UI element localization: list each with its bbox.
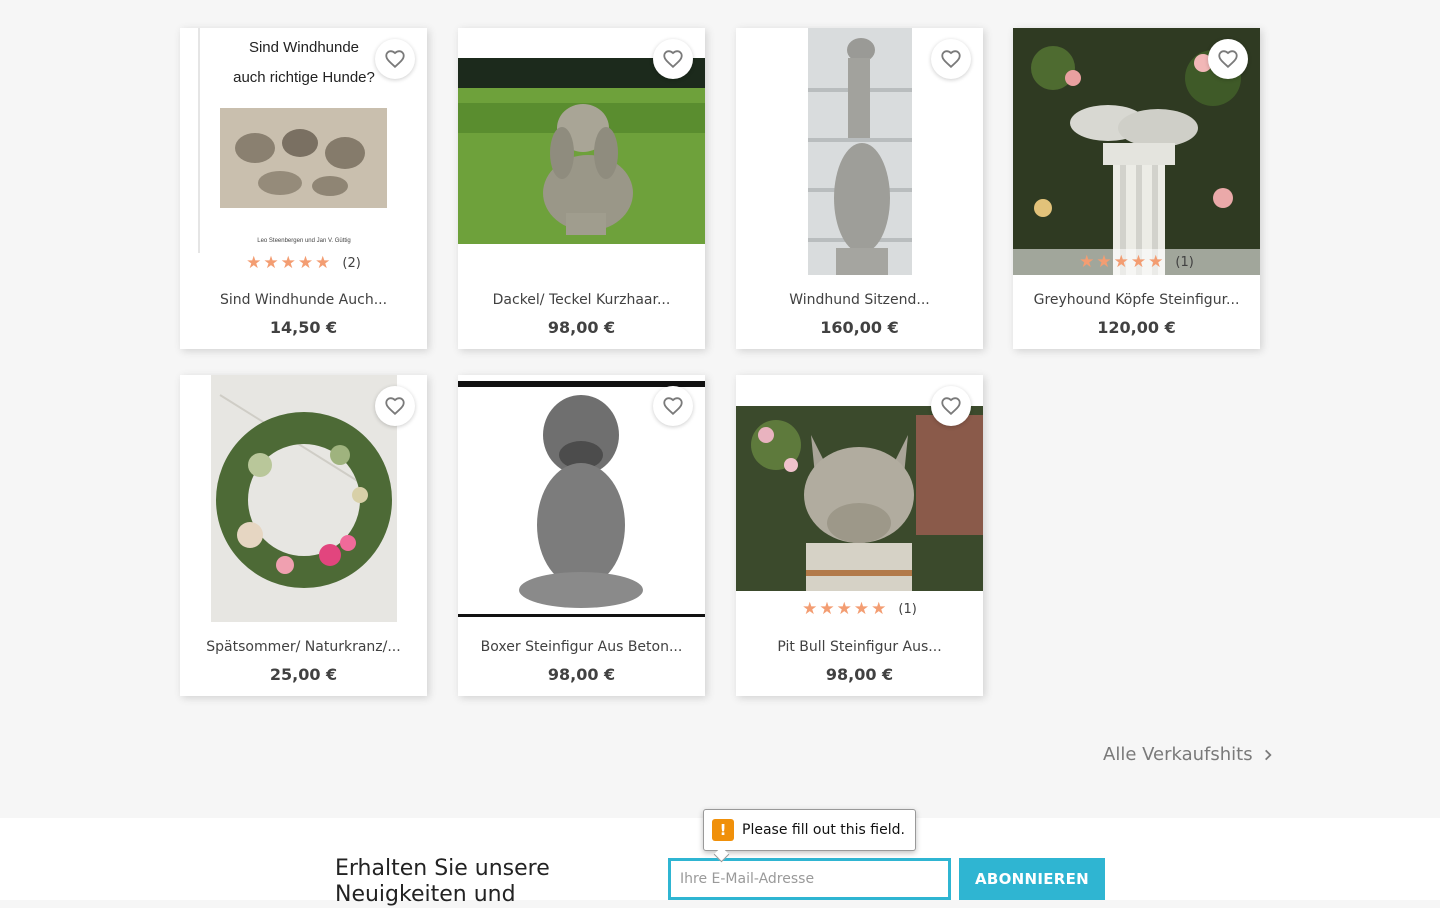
wishlist-button[interactable] <box>931 39 971 79</box>
heart-outline-icon <box>1218 50 1238 69</box>
product-price: 25,00 € <box>269 665 338 684</box>
star-icon: ★ <box>263 252 279 273</box>
star-icon: ★ <box>246 252 262 273</box>
product-card[interactable]: Boxer Steinfigur Aus Beton... 98,00 € <box>458 375 705 696</box>
product-rating: ★ ★ ★ ★ ★ (1) <box>736 596 983 622</box>
rating-count: (2) <box>342 255 361 271</box>
newsletter-text: Erhalten Sie unsere Neuigkeiten und <box>335 856 550 907</box>
product-name[interactable]: Pit Bull Steinfigur Aus... <box>736 639 983 655</box>
cover-authors: Leo Steenbergen und Jan V. Güttig <box>257 238 351 244</box>
heart-outline-icon <box>941 50 961 69</box>
star-icon: ★ <box>280 252 296 273</box>
heart-outline-icon <box>385 397 405 416</box>
star-icon: ★ <box>836 598 852 619</box>
heart-outline-icon <box>941 397 961 416</box>
all-bestsellers-link[interactable]: Alle Verkaufshits <box>1103 744 1275 765</box>
cover-title-line-1: Sind Windhunde <box>249 39 359 56</box>
product-rating: ★ ★ ★ ★ ★ (2) <box>180 250 427 276</box>
product-card[interactable]: Spätsommer/ Naturkranz/... 25,00 € <box>180 375 427 696</box>
heart-outline-icon <box>385 50 405 69</box>
wishlist-button[interactable] <box>653 39 693 79</box>
rating-count: (1) <box>898 601 917 617</box>
wishlist-button[interactable] <box>375 386 415 426</box>
product-card[interactable]: Dackel/ Teckel Kurzhaar... 98,00 € <box>458 28 705 349</box>
wishlist-button[interactable] <box>375 39 415 79</box>
rating-count: (1) <box>1175 254 1194 270</box>
product-card[interactable]: Windhund Sitzend... 160,00 € <box>736 28 983 349</box>
exclamation-icon: ! <box>712 819 734 841</box>
star-icon: ★ <box>297 252 314 273</box>
product-price: 98,00 € <box>547 665 616 684</box>
product-price: 14,50 € <box>269 318 338 337</box>
email-input[interactable] <box>668 858 951 900</box>
wishlist-button[interactable] <box>653 386 693 426</box>
star-icon: ★ <box>1096 251 1112 272</box>
validation-message: Please fill out this field. <box>742 822 905 838</box>
product-name[interactable]: Sind Windhunde Auch... <box>180 292 427 308</box>
product-card[interactable]: Sind Windhunde auch richtige Hunde? Leo … <box>180 28 427 349</box>
heart-outline-icon <box>663 50 683 69</box>
validation-tooltip: ! Please fill out this field. <box>703 809 916 851</box>
wishlist-button[interactable] <box>931 386 971 426</box>
product-card[interactable]: ★ ★ ★ ★ ★ (1) Pit Bull Steinfigur Aus... 98,… <box>736 375 983 696</box>
product-name[interactable]: Greyhound Köpfe Steinfigur... <box>1013 292 1260 308</box>
star-icon: ★ <box>1130 251 1147 272</box>
wishlist-button[interactable] <box>1208 39 1248 79</box>
subscribe-button[interactable]: ABONNIEREN <box>959 858 1105 900</box>
product-price: 160,00 € <box>820 318 899 337</box>
product-card[interactable]: ★ ★ ★ ★ ★ (1) Greyhound Köpfe Steinfigur... … <box>1013 28 1260 349</box>
product-rating: ★ ★ ★ ★ ★ (1) <box>1013 249 1260 275</box>
product-name[interactable]: Dackel/ Teckel Kurzhaar... <box>458 292 705 308</box>
chevron-right-icon <box>1264 749 1272 760</box>
cover-title-line-2: auch richtige Hunde? <box>233 69 375 86</box>
heart-outline-icon <box>663 397 683 416</box>
all-bestsellers-label: Alle Verkaufshits <box>1103 744 1253 765</box>
star-icon: ★ <box>1079 251 1095 272</box>
product-price: 98,00 € <box>825 665 894 684</box>
star-icon: ★ <box>819 598 835 619</box>
product-price: 98,00 € <box>547 318 616 337</box>
product-name[interactable]: Windhund Sitzend... <box>736 292 983 308</box>
product-price: 120,00 € <box>1097 318 1176 337</box>
star-icon: ★ <box>802 598 818 619</box>
star-icon: ★ <box>1148 251 1164 272</box>
product-name[interactable]: Spätsommer/ Naturkranz/... <box>180 639 427 655</box>
star-icon: ★ <box>871 598 887 619</box>
star-icon: ★ <box>1113 251 1129 272</box>
product-name[interactable]: Boxer Steinfigur Aus Beton... <box>458 639 705 655</box>
star-icon: ★ <box>315 252 331 273</box>
star-icon: ★ <box>853 598 870 619</box>
